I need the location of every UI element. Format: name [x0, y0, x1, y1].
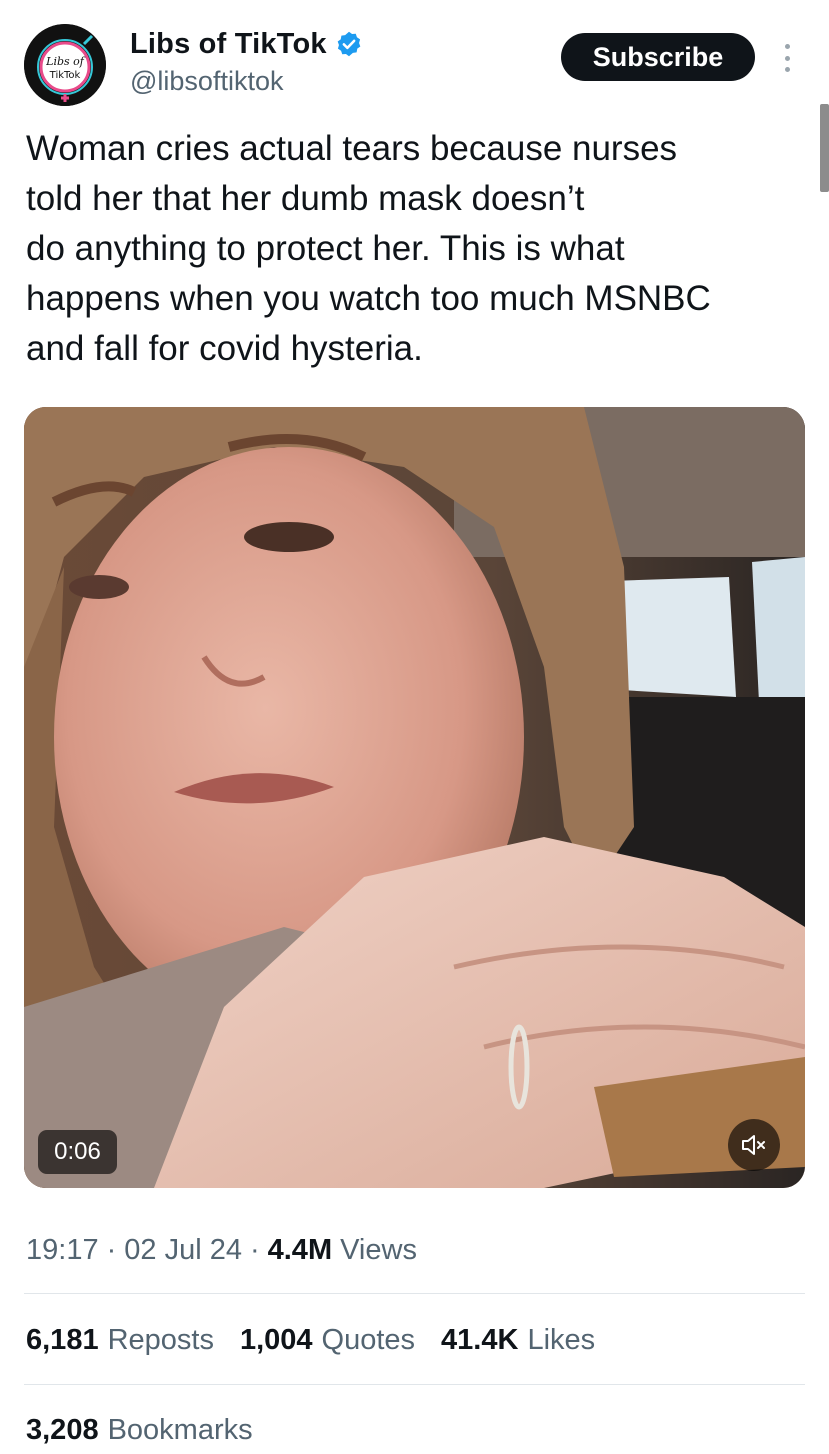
tweet-text-line: told her that her dumb mask doesn’t: [26, 179, 585, 218]
avatar[interactable]: Libs of TikTok: [24, 24, 106, 106]
divider: [24, 1293, 805, 1294]
likes-stat[interactable]: 41.4K Likes: [441, 1324, 595, 1357]
tweet-text-line: Woman cries actual tears because nurses: [26, 129, 678, 168]
video-duration-badge: 0:06: [38, 1130, 117, 1174]
speaker-muted-icon[interactable]: [728, 1119, 780, 1171]
bookmarks-count: 3,208: [26, 1413, 99, 1446]
subscribe-button[interactable]: Subscribe: [561, 33, 755, 81]
author-name-row[interactable]: Libs of TikTok: [130, 26, 363, 62]
verified-badge-icon: [337, 31, 361, 57]
meta-separator: ·: [249, 1233, 260, 1266]
avatar-logo-line1: Libs of: [45, 55, 86, 68]
tweet-time[interactable]: 19:17: [26, 1234, 99, 1267]
engagement-stats: 6,181 Reposts 1,004 Quotes 41.4K Likes: [26, 1318, 621, 1362]
bookmarks-stat[interactable]: 3,208 Bookmarks: [26, 1408, 253, 1452]
views-count: 4.4M: [267, 1233, 333, 1266]
likes-count: 41.4K: [441, 1323, 519, 1356]
reposts-label: Reposts: [107, 1323, 214, 1356]
quotes-label: Quotes: [321, 1323, 416, 1356]
tweet-date[interactable]: 02 Jul 24: [124, 1234, 242, 1267]
quotes-count: 1,004: [239, 1323, 313, 1356]
more-vertical-icon[interactable]: [776, 40, 798, 76]
views-label: Views: [340, 1233, 417, 1266]
tweet-text-line: and fall for covid hysteria.: [26, 329, 423, 368]
display-name[interactable]: Libs of TikTok: [130, 28, 327, 61]
tweet-meta: 19:17 · 02 Jul 24 · 4.4M Views: [26, 1228, 417, 1272]
quotes-stat[interactable]: 1,004 Quotes: [240, 1324, 415, 1357]
reposts-stat[interactable]: 6,181 Reposts: [26, 1324, 214, 1357]
tweet-text-line: happens when you watch too much MSNBC: [26, 279, 711, 318]
meta-separator: ·: [106, 1233, 117, 1266]
video-player[interactable]: [24, 407, 805, 1188]
tweet-text-line: do anything to protect her. This is what: [26, 229, 625, 268]
scrollbar-thumb[interactable]: [820, 104, 829, 192]
reposts-count: 6,181: [26, 1323, 99, 1356]
author-handle[interactable]: @libsoftiktok: [130, 66, 283, 97]
likes-label: Likes: [527, 1323, 596, 1356]
divider: [24, 1384, 805, 1385]
tweet-text: Woman cries actual tears because nurses …: [26, 124, 811, 374]
avatar-logo-line2: TikTok: [49, 70, 81, 81]
scrollbar-track[interactable]: [820, 0, 829, 1454]
bookmarks-label: Bookmarks: [107, 1413, 253, 1446]
